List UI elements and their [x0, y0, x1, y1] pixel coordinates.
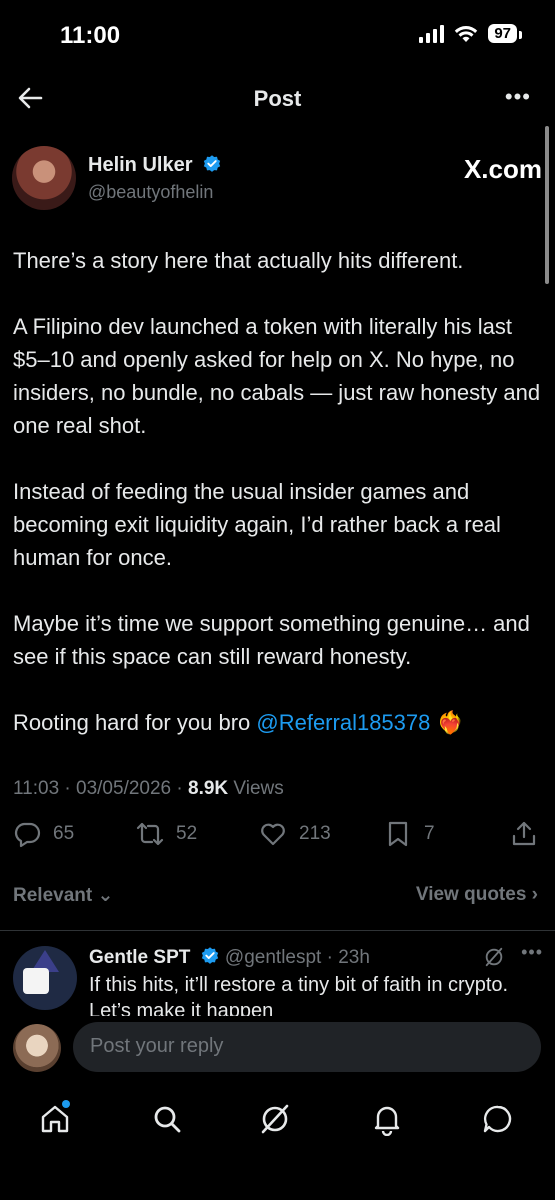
reply-header: Gentle SPT @gentlespt · 23h: [89, 946, 370, 969]
reply-handle-time[interactable]: @gentlespt · 23h: [225, 947, 370, 968]
repost-icon: [136, 822, 164, 846]
signal-icon: [419, 24, 445, 43]
action-bar: 65 52 213 7: [0, 820, 555, 856]
bottom-tab-bar: [0, 1088, 555, 1200]
notification-dot: [62, 1100, 70, 1108]
scrollbar[interactable]: [545, 126, 549, 284]
reply-icon: [14, 822, 41, 848]
tab-search[interactable]: [150, 1102, 186, 1138]
status-icons: 97: [419, 24, 522, 43]
author-name-row[interactable]: Helin Ulker: [88, 154, 222, 177]
tab-home[interactable]: [38, 1100, 74, 1138]
views-count[interactable]: 8.9K: [188, 778, 228, 799]
share-button[interactable]: [510, 820, 538, 848]
closing-text: Rooting hard for you bro: [13, 710, 257, 735]
status-bar: 11:00 97: [0, 0, 555, 72]
message-bubble-icon: [483, 1105, 512, 1133]
reply-composer: Post your reply: [0, 1018, 555, 1088]
avatar-face-shape: [23, 968, 49, 994]
battery-icon: 97: [488, 24, 522, 43]
reply-text: If this hits, it’ll restore a tiny bit o…: [89, 974, 509, 1016]
more-options-icon[interactable]: •••: [505, 84, 531, 110]
repost-button[interactable]: 52: [136, 820, 197, 848]
like-button[interactable]: 213: [259, 820, 331, 848]
verified-badge-icon: [203, 155, 221, 172]
wifi-icon: [455, 25, 478, 42]
sort-dropdown[interactable]: Relevant ⌄: [13, 884, 113, 907]
post-paragraph: There’s a story here that actually hits …: [13, 248, 464, 273]
user-avatar[interactable]: [13, 1024, 61, 1072]
post-meta: 11:03 · 03/05/2026 · 8.9K Views: [13, 778, 284, 800]
post-closing: Rooting hard for you bro @Referral185378…: [13, 706, 543, 739]
nav-bar: Post •••: [0, 72, 555, 124]
grok-icon[interactable]: [483, 946, 505, 968]
reply-filter-row: Relevant ⌄ View quotes ›: [13, 884, 538, 914]
post-paragraph: Instead of feeding the usual insider gam…: [13, 479, 501, 570]
search-icon: [154, 1106, 181, 1133]
heart-icon: [261, 823, 285, 846]
reply-more-icon[interactable]: •••: [521, 946, 543, 963]
heart-fire-emoji: ❤️‍🔥: [436, 710, 464, 735]
avatar[interactable]: [12, 146, 76, 210]
bookmark-button[interactable]: 7: [384, 820, 435, 848]
reply-avatar[interactable]: [13, 946, 77, 1010]
reply-author-name[interactable]: Gentle SPT: [89, 947, 190, 968]
reply-count: 65: [53, 823, 75, 844]
views-label: Views: [228, 778, 284, 799]
source-badge: X.com: [463, 154, 542, 184]
repost-count: 52: [176, 823, 198, 844]
share-icon: [512, 821, 536, 846]
bell-icon: [374, 1106, 400, 1137]
post-paragraph: Maybe it’s time we support something gen…: [13, 611, 530, 669]
status-time: 11:00: [60, 22, 121, 49]
post-text: There’s a story here that actually hits …: [13, 244, 543, 772]
grok-icon: [261, 1104, 289, 1134]
view-quotes-link[interactable]: View quotes ›: [416, 884, 538, 906]
verified-badge-icon: [201, 947, 218, 964]
divider: [0, 930, 555, 931]
bookmark-count: 7: [424, 823, 435, 844]
author-name[interactable]: Helin Ulker: [88, 154, 192, 176]
bookmark-icon: [388, 821, 408, 847]
mention-link[interactable]: @Referral185378: [256, 710, 430, 735]
reply-item[interactable]: Gentle SPT @gentlespt · 23h ••• If this …: [13, 946, 543, 1016]
post-paragraph: A Filipino dev launched a token with lit…: [13, 314, 541, 438]
reply-button[interactable]: 65: [13, 820, 74, 848]
tab-notifications[interactable]: [370, 1102, 406, 1138]
post-author: Helin Ulker @beautyofhelin X.com: [12, 146, 542, 212]
like-count: 213: [299, 823, 331, 844]
tab-messages[interactable]: [481, 1102, 517, 1138]
reply-input[interactable]: Post your reply: [73, 1022, 541, 1072]
author-handle[interactable]: @beautyofhelin: [88, 182, 213, 203]
tab-grok[interactable]: [258, 1102, 294, 1138]
timestamp: 11:03 · 03/05/2026 ·: [13, 778, 188, 799]
page-title: Post: [253, 86, 302, 111]
